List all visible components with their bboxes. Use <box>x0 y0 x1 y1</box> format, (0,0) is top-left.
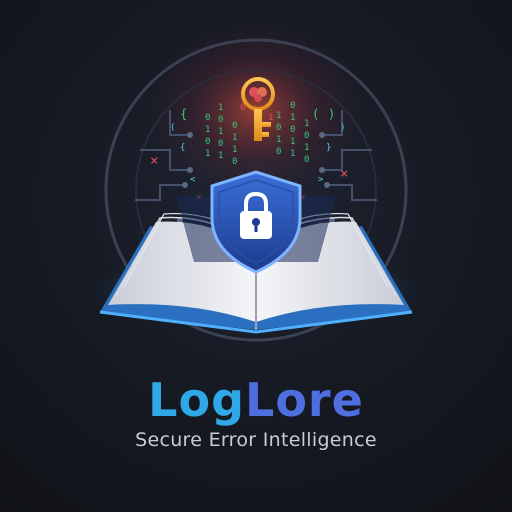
brand-name-part-1: Log <box>148 373 246 427</box>
svg-text:0: 0 <box>240 103 245 113</box>
svg-text:1: 1 <box>304 143 309 153</box>
svg-text:}: } <box>326 143 331 153</box>
svg-text:0: 0 <box>290 101 295 111</box>
brand-name: LogLore <box>0 372 512 428</box>
svg-text:1: 1 <box>304 119 309 129</box>
svg-text:1: 1 <box>205 149 210 159</box>
svg-text:1: 1 <box>232 133 237 143</box>
svg-text:<: < <box>190 175 196 185</box>
svg-text:1: 1 <box>232 145 237 155</box>
svg-text:0: 0 <box>218 139 223 149</box>
logo-canvas: 0101 10101 0110 1010 01011 1010 101 010 … <box>0 0 512 512</box>
svg-text:{: { <box>180 107 187 121</box>
svg-text:1: 1 <box>205 125 210 135</box>
svg-text:1: 1 <box>290 137 295 147</box>
svg-text:0: 0 <box>304 131 309 141</box>
svg-text:0: 0 <box>232 121 237 131</box>
svg-text:×: × <box>340 166 348 182</box>
svg-text:0: 0 <box>232 157 237 167</box>
svg-text:1: 1 <box>218 103 223 113</box>
svg-text:0: 0 <box>276 123 281 133</box>
svg-text:1: 1 <box>290 113 295 123</box>
svg-text:×: × <box>150 153 158 169</box>
svg-text:(: ( <box>170 123 175 133</box>
svg-text:>: > <box>318 175 324 185</box>
svg-text:0: 0 <box>205 113 210 123</box>
svg-text:1: 1 <box>276 111 281 121</box>
svg-text:): ) <box>328 107 335 121</box>
svg-text:1: 1 <box>268 113 273 123</box>
svg-text:1: 1 <box>218 151 223 161</box>
svg-text:0: 0 <box>205 137 210 147</box>
tagline: Secure Error Intelligence <box>135 429 377 451</box>
svg-text:(: ( <box>312 107 319 121</box>
svg-text:0: 0 <box>304 155 309 165</box>
svg-text:1: 1 <box>276 135 281 145</box>
svg-text:0: 0 <box>290 125 295 135</box>
brand-name-part-2: Lore <box>245 373 364 427</box>
svg-text:1: 1 <box>218 127 223 137</box>
svg-text:1: 1 <box>290 149 295 159</box>
svg-text:{: { <box>180 143 185 153</box>
svg-text:0: 0 <box>218 115 223 125</box>
svg-text:): ) <box>340 123 345 133</box>
svg-text:0: 0 <box>276 147 281 157</box>
